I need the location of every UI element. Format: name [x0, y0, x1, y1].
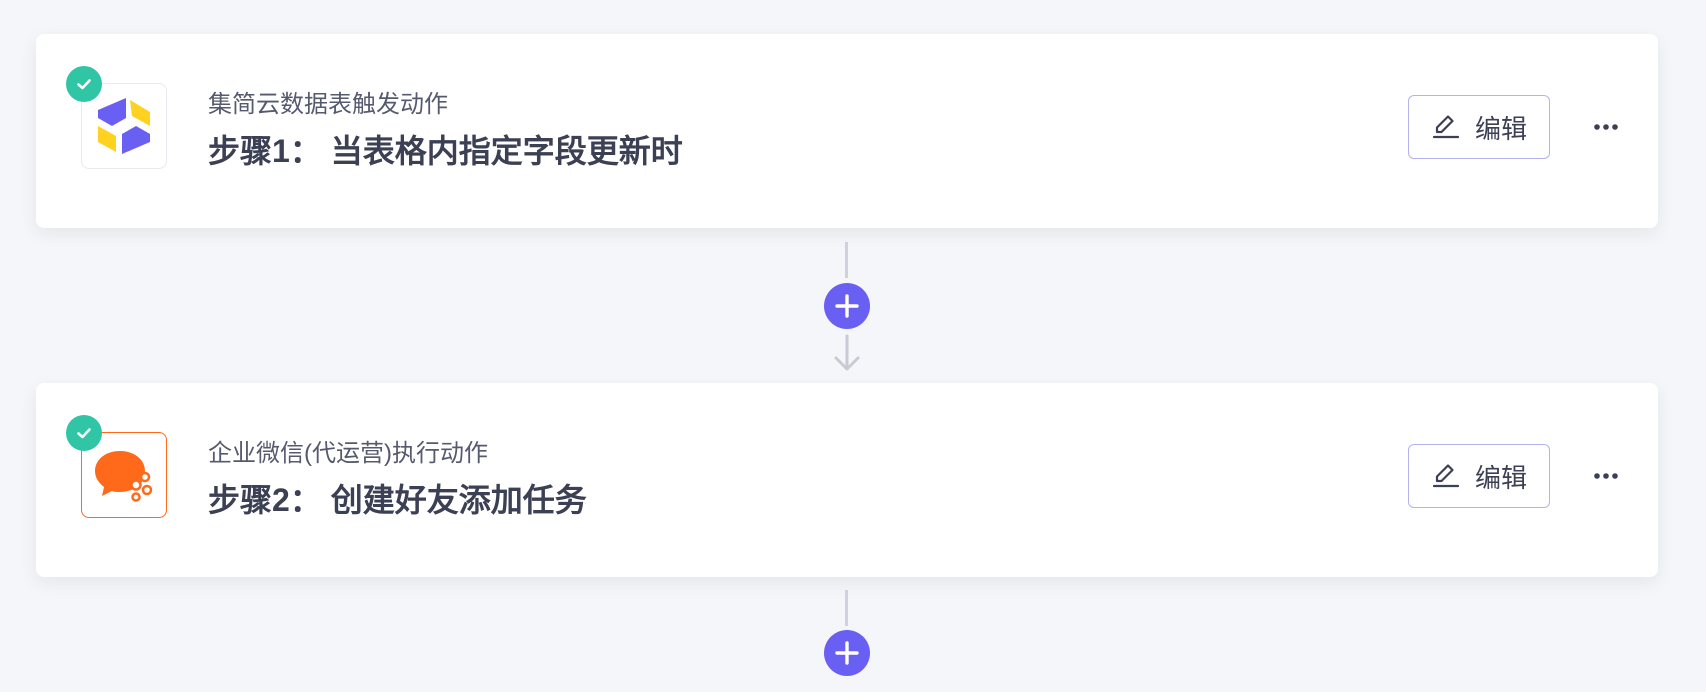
edit-button-label: 编辑 — [1474, 462, 1527, 493]
step-app-name: 集简云数据表触发动作 — [208, 91, 448, 118]
check-icon — [66, 66, 102, 102]
step-app-name: 企业微信(代运营)执行动作 — [208, 440, 488, 467]
step-card-2[interactable]: 企业微信(代运营)执行动作 步骤2： 创建好友添加任务 编辑 — [36, 383, 1658, 577]
step-title: 步骤1： 当表格内指定字段更新时 — [208, 133, 683, 169]
add-step-button[interactable] — [824, 630, 870, 676]
edit-button[interactable]: 编辑 — [1408, 444, 1550, 508]
check-icon — [66, 415, 102, 451]
plus-icon — [835, 294, 859, 318]
connector-line — [845, 590, 848, 626]
arrow-down-icon — [834, 334, 860, 371]
pencil-icon — [1431, 111, 1460, 144]
pencil-icon — [1431, 460, 1460, 493]
step-card-1[interactable]: 集简云数据表触发动作 步骤1： 当表格内指定字段更新时 编辑 — [36, 34, 1658, 228]
step-title: 步骤2： 创建好友添加任务 — [208, 482, 587, 518]
edit-button[interactable]: 编辑 — [1408, 95, 1550, 159]
edit-button-label: 编辑 — [1474, 113, 1527, 144]
more-dots-icon[interactable] — [1586, 114, 1626, 140]
more-dots-icon[interactable] — [1586, 463, 1626, 489]
connector-line — [845, 242, 848, 278]
add-step-button[interactable] — [824, 283, 870, 329]
plus-icon — [835, 641, 859, 665]
